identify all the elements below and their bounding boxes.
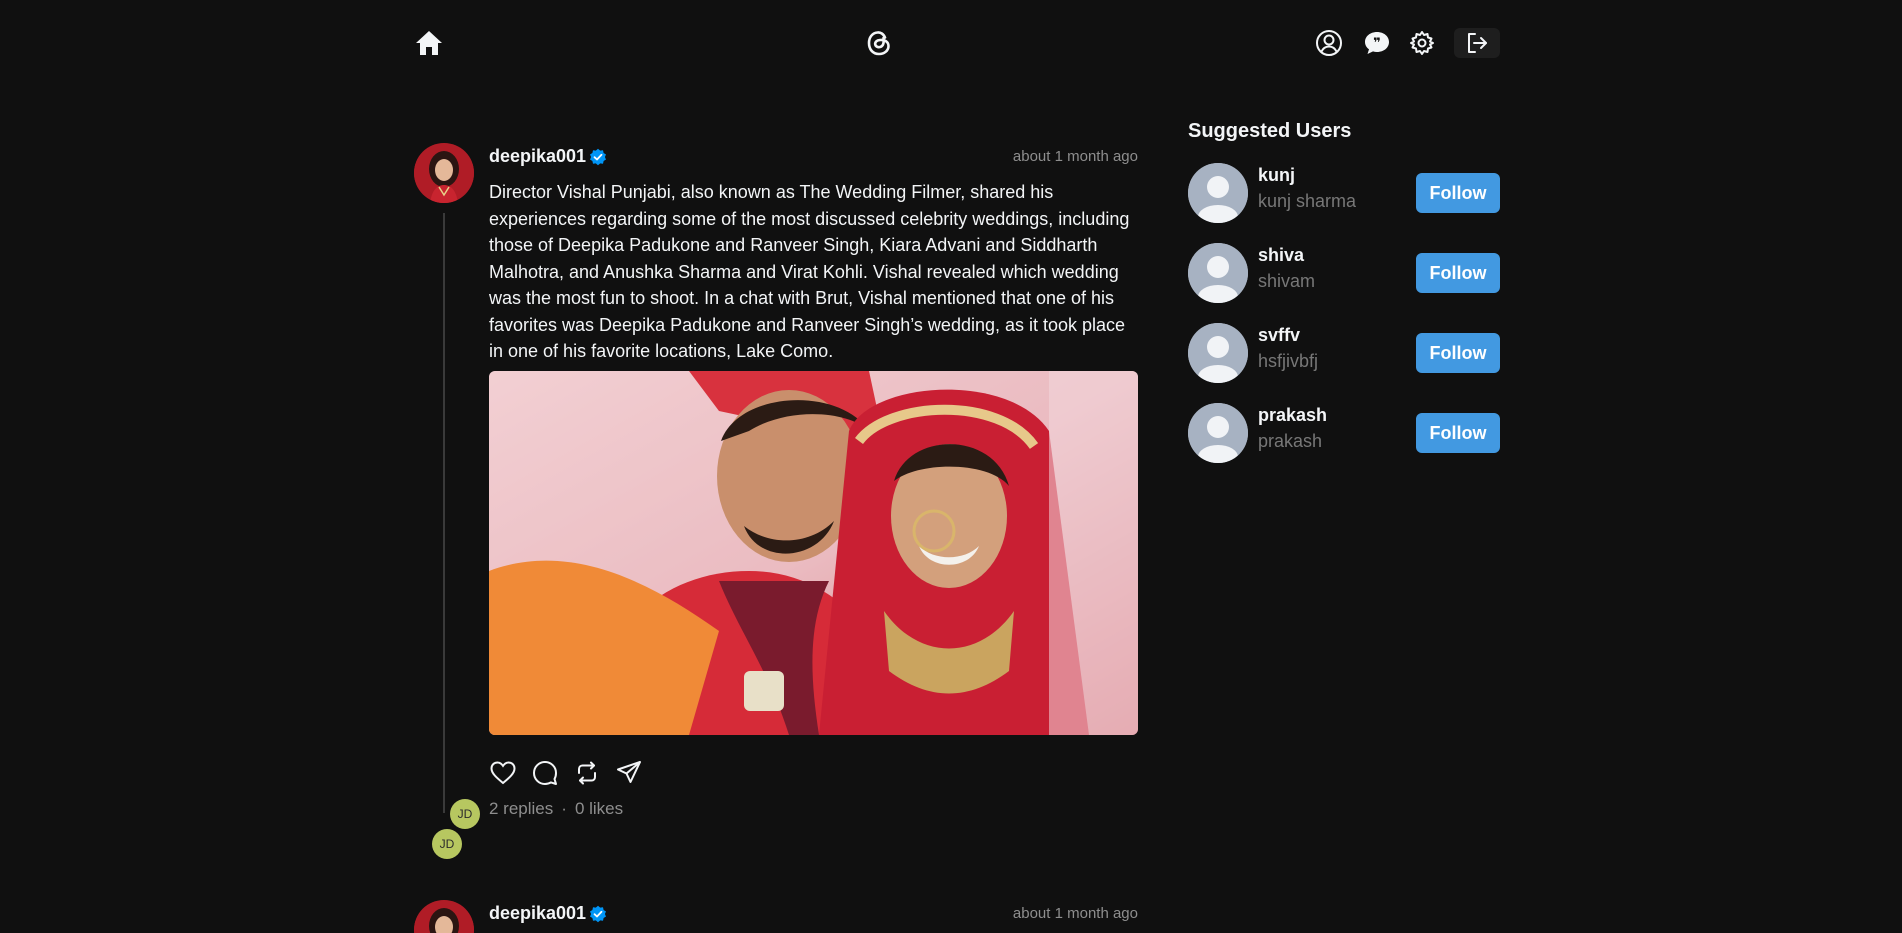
verified-badge-icon (589, 148, 607, 166)
top-nav: ❞ (0, 0, 1902, 86)
suggested-user: kunj kunj sharma Follow (1188, 163, 1500, 243)
repost-icon[interactable] (573, 759, 601, 787)
reply-avatar[interactable]: JD (450, 799, 480, 829)
logout-icon[interactable] (1454, 28, 1500, 58)
post-actions (489, 759, 643, 789)
post-text: Director Vishal Punjabi, also known as T… (489, 182, 1130, 361)
svg-text:❞: ❞ (1373, 36, 1381, 51)
post-card: deepika001 about 1 month ago (414, 900, 1138, 933)
stats-separator: · (561, 799, 567, 818)
suggested-user-handle: prakash (1258, 431, 1323, 451)
default-avatar-icon[interactable] (1188, 163, 1248, 223)
suggested-user-name[interactable]: prakash (1258, 405, 1327, 426)
home-icon[interactable] (414, 28, 444, 58)
verified-badge-icon (589, 905, 607, 923)
gear-icon[interactable] (1407, 28, 1437, 58)
suggested-user-handle: hsfjivbfj (1258, 351, 1319, 371)
post-username[interactable]: deepika001 (489, 903, 586, 924)
share-icon[interactable] (615, 759, 643, 787)
follow-button[interactable]: Follow (1416, 253, 1500, 293)
suggested-user: prakash prakash Follow (1188, 403, 1500, 483)
post-image[interactable] (489, 371, 1138, 735)
suggested-users-panel: Suggested Users kunj kunj sharma Follow … (1188, 120, 1500, 483)
chat-bubble-icon[interactable]: ❞ (1362, 28, 1392, 58)
post-timestamp: about 1 month ago (1012, 905, 1138, 922)
post-username[interactable]: deepika001 (489, 146, 586, 167)
follow-button[interactable]: Follow (1416, 413, 1500, 453)
sidebar-title: Suggested Users (1188, 120, 1352, 142)
suggested-user-name[interactable]: kunj (1258, 165, 1295, 186)
post-card: deepika001 about 1 month ago Director Vi… (414, 143, 1138, 863)
default-avatar-icon[interactable] (1188, 403, 1248, 463)
reply-avatar[interactable]: JD (432, 829, 462, 859)
suggested-user-name[interactable]: shiva (1258, 245, 1304, 266)
avatar[interactable] (414, 900, 474, 933)
follow-button[interactable]: Follow (1416, 333, 1500, 373)
suggested-user: svffv hsfjivbfj Follow (1188, 323, 1500, 403)
likes-count: 0 likes (574, 799, 624, 818)
follow-button[interactable]: Follow (1416, 173, 1500, 213)
suggested-user-handle: kunj sharma (1258, 191, 1357, 211)
comment-icon[interactable] (531, 759, 559, 787)
default-avatar-icon[interactable] (1188, 243, 1248, 303)
post-timestamp: about 1 month ago (1012, 148, 1138, 165)
user-circle-icon[interactable] (1314, 28, 1344, 58)
avatar[interactable] (414, 143, 474, 203)
threads-logo-icon[interactable] (863, 27, 895, 59)
suggested-user: shiva shivam Follow (1188, 243, 1500, 323)
post-stats: 2 replies · 0 likes (489, 799, 623, 819)
suggested-user-handle: shivam (1258, 271, 1316, 291)
default-avatar-icon[interactable] (1188, 323, 1248, 383)
replies-count[interactable]: 2 replies (489, 799, 553, 819)
thread-line (443, 213, 445, 813)
suggested-user-name[interactable]: svffv (1258, 325, 1300, 346)
heart-icon[interactable] (489, 759, 517, 787)
